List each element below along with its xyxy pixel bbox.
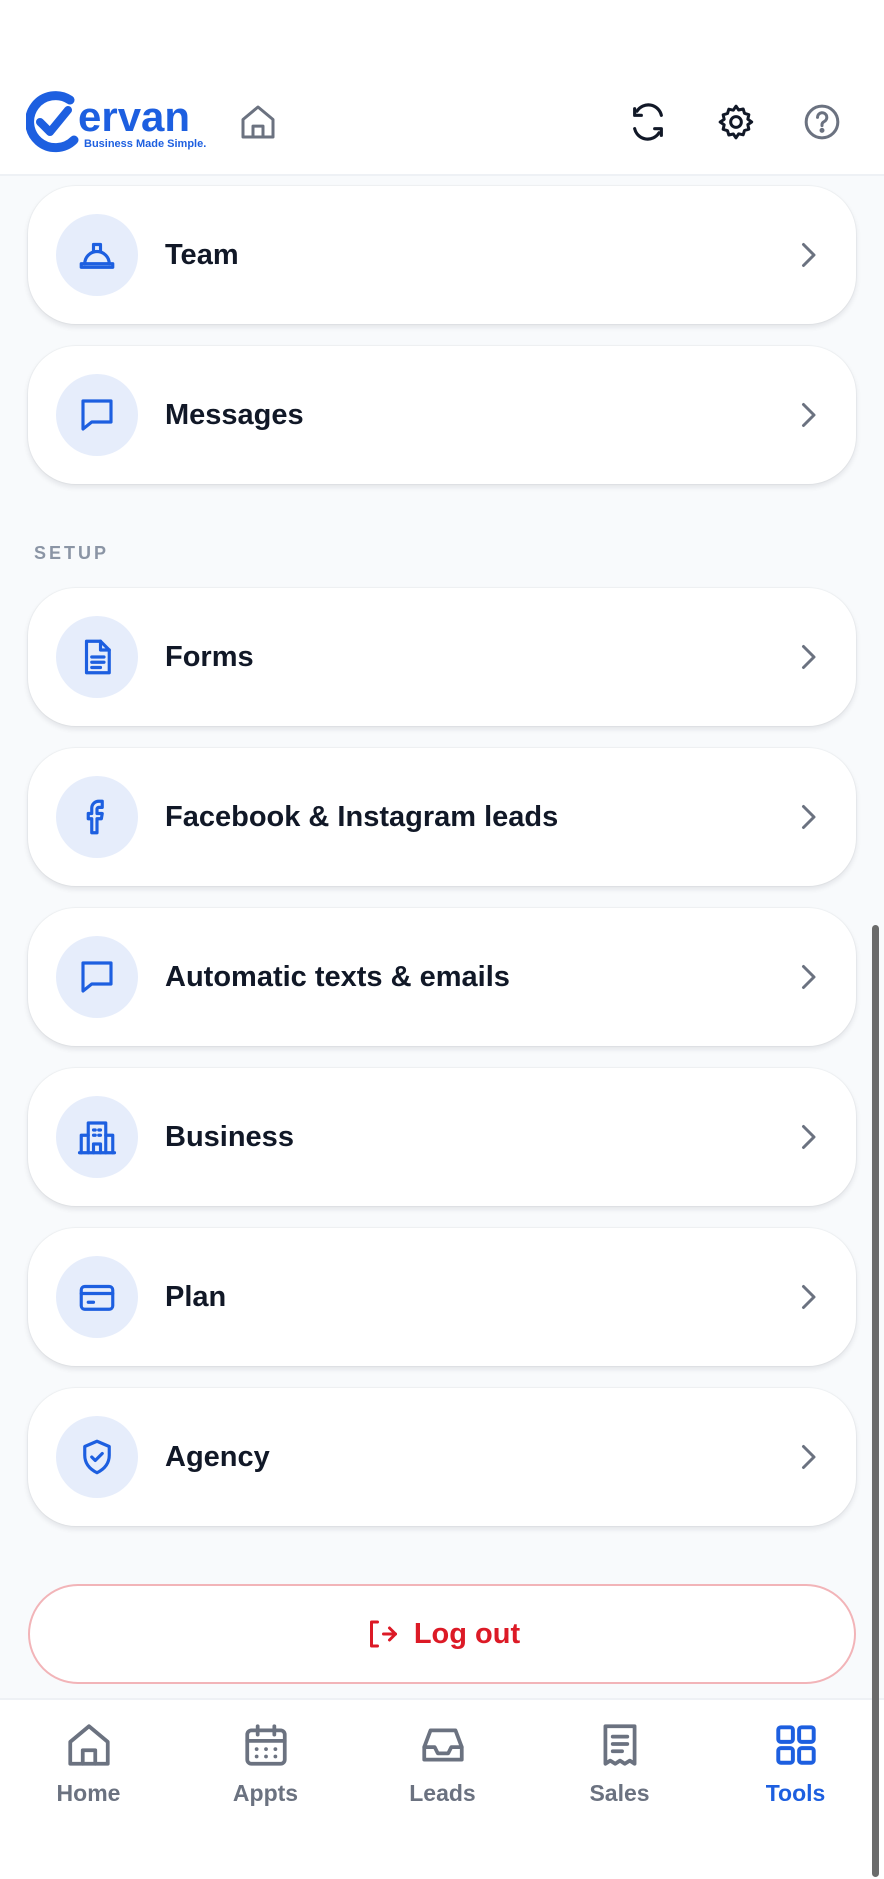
menu-item-automatic-texts-emails[interactable]: Automatic texts & emails — [28, 908, 856, 1046]
nav-leads[interactable]: Leads — [354, 1716, 531, 1826]
svg-text:ervan: ervan — [78, 93, 190, 140]
logout-icon — [369, 1620, 397, 1648]
shield-check-icon — [56, 1416, 138, 1498]
menu-item-business[interactable]: Business — [28, 1068, 856, 1206]
home-icon[interactable] — [230, 94, 286, 150]
chevron-right-icon — [802, 403, 816, 427]
menu-item-facebook-instagram-leads[interactable]: Facebook & Instagram leads — [28, 748, 856, 886]
message-icon — [56, 374, 138, 456]
scrollbar[interactable] — [872, 925, 879, 1877]
credit-card-icon — [56, 1256, 138, 1338]
receipt-icon — [603, 1724, 636, 1766]
menu-label: Business — [165, 1121, 294, 1153]
chevron-right-icon — [802, 1285, 816, 1309]
nav-home[interactable]: Home — [0, 1716, 177, 1826]
nav-label: Sales — [589, 1780, 650, 1806]
nav-sales[interactable]: Sales — [531, 1716, 708, 1826]
menu-label: Facebook & Instagram leads — [165, 801, 559, 833]
menu-item-messages[interactable]: Messages — [28, 346, 856, 484]
sync-icon[interactable] — [620, 94, 676, 150]
app-header: ervan Business Made Simple. — [0, 72, 884, 176]
chevron-right-icon — [802, 965, 816, 989]
tools-content: Team Messages SETUP Forms Facebook & Ins… — [0, 176, 884, 1698]
chevron-right-icon — [802, 1445, 816, 1469]
message-icon — [56, 936, 138, 1018]
chevron-right-icon — [802, 1125, 816, 1149]
building-icon — [56, 1096, 138, 1178]
menu-item-team[interactable]: Team — [28, 186, 856, 324]
section-title-setup: SETUP — [34, 543, 110, 563]
nav-label: Tools — [765, 1780, 826, 1806]
inbox-icon — [421, 1728, 464, 1762]
nav-label: Leads — [409, 1780, 476, 1806]
menu-label: Plan — [165, 1281, 227, 1313]
calendar-icon — [244, 1724, 287, 1766]
status-bar — [0, 0, 884, 72]
chevron-right-icon — [802, 243, 816, 267]
menu-item-forms[interactable]: Forms — [28, 588, 856, 726]
logout-button[interactable]: Log out — [28, 1584, 856, 1684]
bottom-nav: Home Appts Leads Sales Tools — [0, 1698, 884, 1879]
nav-label: Appts — [232, 1780, 299, 1806]
hard-hat-icon — [56, 214, 138, 296]
cervan-logo[interactable]: ervan Business Made Simple. — [26, 88, 212, 154]
grid-icon — [775, 1725, 816, 1765]
menu-label: Team — [165, 239, 239, 271]
logout-label: Log out — [413, 1617, 521, 1650]
gear-icon[interactable] — [708, 94, 764, 150]
nav-label: Home — [56, 1780, 121, 1806]
menu-label: Agency — [165, 1441, 270, 1473]
nav-tools[interactable]: Tools — [707, 1716, 884, 1826]
menu-label: Automatic texts & emails — [165, 961, 510, 993]
menu-label: Messages — [165, 399, 304, 431]
facebook-icon — [56, 776, 138, 858]
chevron-right-icon — [802, 805, 816, 829]
help-icon[interactable] — [794, 94, 850, 150]
menu-item-agency[interactable]: Agency — [28, 1388, 856, 1526]
nav-appts[interactable]: Appts — [177, 1716, 354, 1826]
svg-text:Business Made Simple.: Business Made Simple. — [84, 138, 206, 150]
chevron-right-icon — [802, 645, 816, 669]
home-icon — [67, 1724, 110, 1766]
document-icon — [56, 616, 138, 698]
menu-label: Forms — [165, 641, 254, 673]
menu-item-plan[interactable]: Plan — [28, 1228, 856, 1366]
